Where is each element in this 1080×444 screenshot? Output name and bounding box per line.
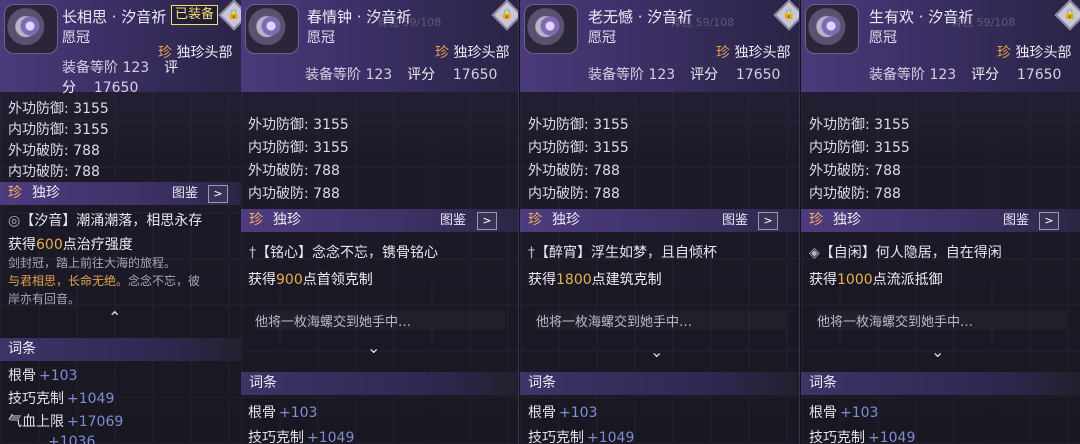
- expand-chevron-icon[interactable]: ⌄: [931, 342, 944, 361]
- flavor-text-line: 岸亦有回音。: [8, 292, 81, 306]
- flavor-text-line: 与君相思，长命无绝。念念不忘，彼: [8, 274, 201, 288]
- equipped-badge: 已装备: [171, 5, 219, 25]
- affix-section-header: 词条: [801, 372, 1080, 395]
- headgear-item-icon: [4, 4, 58, 54]
- stat-line: 外功破防: 788: [248, 163, 340, 179]
- item-slot: 愿冠: [588, 30, 616, 46]
- stat-line: 外功防御: 3155: [809, 117, 910, 133]
- item-name: 春情钟 · 汐音祈: [307, 8, 412, 26]
- codex-arrow-button[interactable]: >: [1039, 212, 1059, 230]
- stat-line: 内功防御: 3155: [8, 122, 109, 138]
- lore-preview-text[interactable]: 他将一枚海螺交到她手中…: [817, 311, 1067, 330]
- affix-line: 根骨 +103: [8, 368, 78, 384]
- stat-line: 外功破防: 788: [528, 163, 620, 179]
- skill-bonus: 获得1800点建筑克制: [528, 272, 662, 288]
- codex-arrow-button[interactable]: >: [208, 185, 228, 203]
- affix-line: 技巧克制 +1049: [248, 430, 355, 444]
- codex-label[interactable]: 图鉴: [440, 209, 466, 232]
- stat-line: 内功破防: 788: [248, 186, 340, 202]
- stat-line: 内功破防: 788: [809, 186, 901, 202]
- item-slot: 愿冠: [307, 30, 335, 46]
- unique-skill: †【铭心】念念不忘，镌骨铭心: [249, 245, 438, 261]
- affix-line: 气血上限 +17069: [8, 414, 124, 430]
- rarity-label: 珍 独珍头部: [716, 45, 791, 61]
- unique-skill: †【醉宵】浮生如梦，且自倾杯: [528, 245, 717, 261]
- item-name: 长相思 · 汐音祈: [62, 8, 167, 26]
- codex-arrow-button[interactable]: >: [477, 212, 497, 230]
- unique-skill: ◈【自闲】何人隐居，自在得闲: [809, 245, 1002, 261]
- affix-line: 根骨 +103: [528, 405, 598, 421]
- skill-bonus: 获得600点治疗强度: [8, 237, 133, 253]
- expand-chevron-icon[interactable]: ⌄: [650, 342, 663, 361]
- item-tooltip-compare: 背包 59/108 春情钟 · 汐音祈 🔒 愿冠 珍 独珍头部 装备等阶 123…: [241, 0, 519, 444]
- stat-line: 外功防御: 3155: [8, 101, 109, 117]
- stat-line: 内功防御: 3155: [809, 140, 910, 156]
- lore-preview-text[interactable]: 他将一枚海螺交到她手中…: [255, 311, 505, 330]
- skill-bonus: 获得1000点流派抵御: [809, 272, 943, 288]
- expand-chevron-icon[interactable]: ⌄: [367, 338, 380, 357]
- unique-skill: ◎【汐音】潮涌潮落，相思永存: [8, 213, 203, 229]
- affix-line: 技巧克制 +1049: [528, 430, 635, 444]
- skill-bonus: 获得900点首领克制: [248, 272, 373, 288]
- item-tooltip-compare: 背包 59/108 老无憾 · 汐音祈 🔒 愿冠 珍 独珍头部 装备等阶 123…: [520, 0, 800, 444]
- unique-section-header: 珍独珍 图鉴 >: [0, 182, 241, 205]
- stat-line: 内功破防: 788: [8, 164, 100, 180]
- stat-line: 内功防御: 3155: [248, 140, 349, 156]
- level-score-line: 装备等阶 123 评分 17650: [62, 60, 179, 96]
- level-score-line: 装备等阶 123 评分 17650: [305, 67, 498, 83]
- affix-line: 技巧克制 +1049: [8, 391, 115, 407]
- headgear-item-icon: [245, 4, 299, 54]
- stat-line: 外功破防: 788: [8, 143, 100, 159]
- affix-line: 根骨 +103: [248, 405, 318, 421]
- item-tooltip-compare: 背包 59/108 生有欢 · 汐音祈 🔒 愿冠 珍 独珍头部 装备等阶 123…: [801, 0, 1080, 444]
- stat-line: 内功破防: 788: [528, 186, 620, 202]
- headgear-item-icon: [805, 4, 859, 54]
- unique-section-header: 珍独珍 图鉴 >: [520, 209, 799, 232]
- codex-arrow-button[interactable]: >: [758, 212, 778, 230]
- stat-line: 外功防御: 3155: [248, 117, 349, 133]
- stat-line: 内功防御: 3155: [528, 140, 629, 156]
- codex-label[interactable]: 图鉴: [1003, 209, 1029, 232]
- lore-preview-text[interactable]: 他将一枚海螺交到她手中…: [536, 311, 786, 330]
- level-score-line: 装备等阶 123 评分 17650: [869, 67, 1062, 83]
- unique-section-header: 珍独珍 图鉴 >: [241, 209, 518, 232]
- codex-label[interactable]: 图鉴: [722, 209, 748, 232]
- affix-line: 根骨 +103: [809, 405, 879, 421]
- affix-section-header: 词条: [520, 372, 799, 395]
- collapse-chevron-icon[interactable]: ⌃: [108, 308, 121, 327]
- tooltip-comparison-view: 长相思 · 汐音祈 已装备 🔒 愿冠 珍 独珍头部 装备等阶 123 评分 17…: [0, 0, 1080, 444]
- item-tooltip-equipped: 长相思 · 汐音祈 已装备 🔒 愿冠 珍 独珍头部 装备等阶 123 评分 17…: [0, 0, 242, 444]
- stat-line: 外功破防: 788: [809, 163, 901, 179]
- stat-line: 外功防御: 3155: [528, 117, 629, 133]
- headgear-item-icon: [524, 4, 578, 54]
- codex-label[interactable]: 图鉴: [172, 182, 198, 205]
- flavor-text-line: 剑封冠，踏上前往大海的旅程。: [8, 256, 177, 270]
- level-score-line: 装备等阶 123 评分 17650: [588, 67, 781, 83]
- affix-line: +1036: [48, 434, 96, 444]
- item-slot: 愿冠: [869, 30, 897, 46]
- affix-section-header: 词条: [0, 338, 241, 361]
- rarity-label: 珍 独珍头部: [435, 45, 510, 61]
- affix-section-header: 词条: [241, 372, 518, 395]
- affix-line: 技巧克制 +1049: [809, 430, 916, 444]
- item-slot: 愿冠: [62, 30, 90, 46]
- item-name: 老无憾 · 汐音祈: [588, 8, 693, 26]
- rarity-label: 珍 独珍头部: [997, 45, 1072, 61]
- item-name: 生有欢 · 汐音祈: [869, 8, 974, 26]
- unique-section-header: 珍独珍 图鉴 >: [801, 209, 1080, 232]
